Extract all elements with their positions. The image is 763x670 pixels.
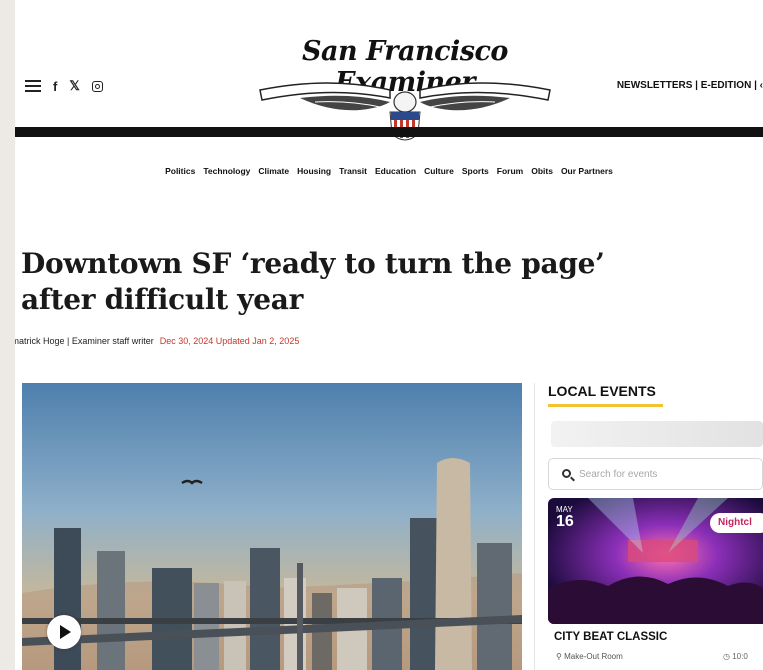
nav-item-obits[interactable]: Obits <box>531 166 553 176</box>
publish-date: Dec 30, 2024 Updated Jan 2, 2025 <box>159 336 300 346</box>
menu-icon[interactable] <box>25 80 41 92</box>
site-header: f 𝕏 San Francisco Examiner NEWSLETTERS |… <box>15 0 763 150</box>
instagram-icon[interactable] <box>91 80 103 92</box>
event-date-badge: MAY 16 <box>556 505 574 530</box>
nav-item-technology[interactable]: Technology <box>203 166 250 176</box>
event-time: ◷ 10:0 <box>723 652 748 661</box>
event-time-text: 10:0 <box>732 652 748 661</box>
social-links: f 𝕏 <box>25 78 103 94</box>
events-filter-placeholder <box>551 421 763 447</box>
skyline-photo <box>22 383 522 670</box>
nav-item-forum[interactable]: Forum <box>497 166 523 176</box>
x-icon[interactable]: 𝕏 <box>69 78 79 94</box>
nav-item-politics[interactable]: Politics <box>165 166 195 176</box>
byline: immatrick Hoge | Examiner staff writer De… <box>15 336 299 346</box>
events-search[interactable] <box>548 458 763 490</box>
eagle-emblem-icon <box>259 82 551 141</box>
local-events-underline <box>548 404 663 407</box>
clock-icon: ◷ <box>723 652 730 661</box>
nav-item-sports[interactable]: Sports <box>462 166 489 176</box>
facebook-icon[interactable]: f <box>53 79 57 94</box>
events-search-input[interactable] <box>579 466 749 482</box>
newsletters-link[interactable]: NEWSLETTERS <box>617 80 693 91</box>
nav-item-housing[interactable]: Housing <box>297 166 331 176</box>
event-location-text: Make-Out Room <box>564 652 623 661</box>
search-icon <box>562 469 571 478</box>
nav-item-climate[interactable]: Climate <box>258 166 289 176</box>
local-events-title: LOCAL EVENTS <box>548 383 656 399</box>
nav-item-culture[interactable]: Culture <box>424 166 454 176</box>
nav-item-transit[interactable]: Transit <box>339 166 367 176</box>
article-headline: Downtown SF ‘ready to turn the page’ aft… <box>21 247 605 316</box>
hero-image[interactable] <box>22 383 522 670</box>
location-pin-icon: ⚲ <box>556 652 562 661</box>
nav-item-our-partners[interactable]: Our Partners <box>561 166 613 176</box>
header-rule <box>15 127 763 137</box>
sidebar-divider <box>534 383 535 670</box>
play-video-button[interactable] <box>47 615 81 649</box>
page: f 𝕏 San Francisco Examiner NEWSLETTERS |… <box>15 0 763 670</box>
nav-item-education[interactable]: Education <box>375 166 416 176</box>
event-title[interactable]: CITY BEAT CLASSIC <box>554 631 667 643</box>
section-nav: Politics Technology Climate Housing Tran… <box>15 166 763 176</box>
e-edition-link[interactable]: E-EDITION <box>701 80 752 91</box>
top-links: NEWSLETTERS | E-EDITION | ‹ <box>616 80 763 91</box>
event-category-tag[interactable]: Nightcl <box>710 513 763 533</box>
event-location: ⚲ Make-Out Room <box>556 652 623 661</box>
event-day: 16 <box>556 513 574 530</box>
author-name[interactable]: immatrick Hoge | Examiner staff writer <box>15 336 154 346</box>
